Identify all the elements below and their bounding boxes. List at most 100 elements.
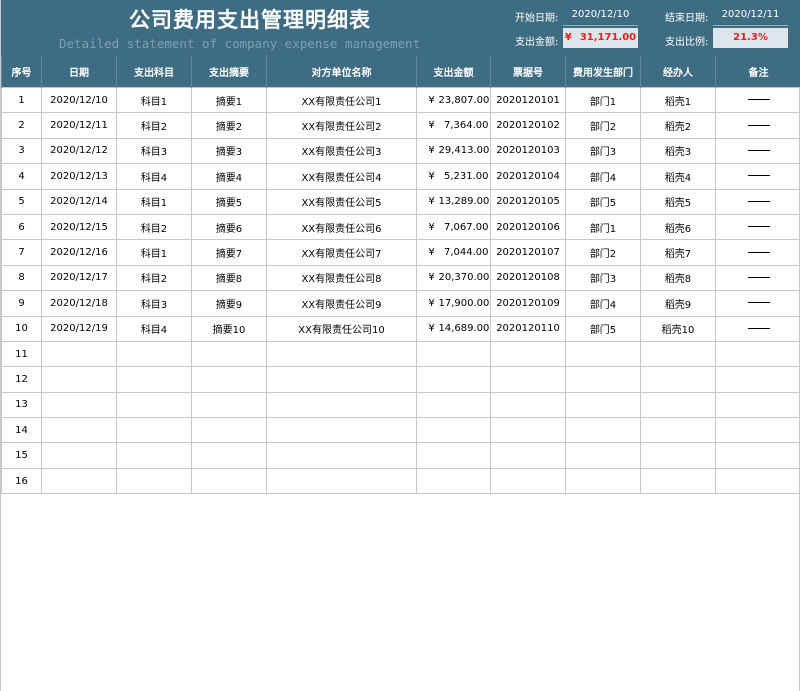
cell-unit[interactable]: XX有限责任公司4	[266, 163, 417, 190]
cell-amount[interactable]: ¥7,044.00	[416, 239, 491, 266]
cell-dept[interactable]: 部门2	[565, 239, 641, 266]
table-row-empty[interactable]: 11	[1, 340, 800, 368]
cell-summary[interactable]: 摘要3	[191, 137, 267, 165]
cell-dept[interactable]: 部门2	[565, 112, 641, 139]
cell-remark[interactable]	[715, 315, 800, 342]
end-date-value[interactable]: 2020/12/11	[713, 9, 788, 20]
cell-bill[interactable]: 2020120109	[490, 290, 566, 317]
cell-amount[interactable]: ¥29,413.00	[416, 137, 491, 165]
cell-empty[interactable]	[715, 366, 800, 393]
cell-date[interactable]: 2020/12/10	[41, 86, 117, 114]
cell-empty[interactable]	[41, 417, 117, 444]
cell-empty[interactable]	[715, 391, 800, 419]
cell-bill[interactable]: 2020120108	[490, 264, 566, 292]
cell-remark[interactable]	[715, 290, 800, 317]
cell-subject[interactable]: 科目3	[116, 290, 192, 317]
cell-empty[interactable]	[266, 417, 417, 444]
table-row[interactable]: 4 2020/12/13 科目4 摘要4 XX有限责任公司4 ¥5,231.00 20201…	[1, 163, 800, 190]
cell-date[interactable]: 2020/12/18	[41, 290, 117, 317]
cell-amount[interactable]: ¥7,364.00	[416, 112, 491, 139]
cell-summary[interactable]: 摘要1	[191, 86, 267, 114]
cell-handler[interactable]: 稻壳7	[640, 239, 716, 266]
cell-bill[interactable]: 2020120106	[490, 213, 566, 241]
cell-subject[interactable]: 科目4	[116, 163, 192, 190]
cell-empty[interactable]	[715, 417, 800, 444]
ratio-value[interactable]: 21.3%	[713, 28, 788, 48]
col-no-header[interactable]: 序号	[1, 55, 42, 88]
cell-dept[interactable]: 部门3	[565, 264, 641, 292]
table-row[interactable]: 6 2020/12/15 科目2 摘要6 XX有限责任公司6 ¥7,067.00 20201…	[1, 213, 800, 241]
cell-empty[interactable]	[640, 417, 716, 444]
cell-empty[interactable]	[116, 442, 192, 469]
cell-no[interactable]: 11	[1, 340, 42, 368]
start-date-value[interactable]: 2020/12/10	[563, 9, 638, 20]
cell-no[interactable]: 8	[1, 264, 42, 292]
table-row[interactable]: 8 2020/12/17 科目2 摘要8 XX有限责任公司8 ¥20,370.00 2020…	[1, 264, 800, 292]
col-unit-header[interactable]: 对方单位名称	[266, 55, 417, 88]
cell-empty[interactable]	[266, 442, 417, 469]
cell-dept[interactable]: 部门5	[565, 315, 641, 342]
cell-remark[interactable]	[715, 264, 800, 292]
cell-bill[interactable]: 2020120104	[490, 163, 566, 190]
col-amount-header[interactable]: 支出金额	[416, 55, 491, 88]
cell-empty[interactable]	[116, 467, 192, 495]
cell-bill[interactable]: 2020120110	[490, 315, 566, 342]
cell-amount[interactable]: ¥20,370.00	[416, 264, 491, 292]
cell-dept[interactable]: 部门3	[565, 137, 641, 165]
cell-unit[interactable]: XX有限责任公司9	[266, 290, 417, 317]
cell-handler[interactable]: 稻壳3	[640, 137, 716, 165]
cell-empty[interactable]	[191, 340, 267, 368]
cell-handler[interactable]: 稻壳4	[640, 163, 716, 190]
cell-empty[interactable]	[640, 467, 716, 495]
cell-date[interactable]: 2020/12/14	[41, 188, 117, 215]
cell-amount[interactable]: ¥5,231.00	[416, 163, 491, 190]
cell-empty[interactable]	[715, 340, 800, 368]
cell-empty[interactable]	[565, 442, 641, 469]
cell-dept[interactable]: 部门1	[565, 86, 641, 114]
table-row[interactable]: 3 2020/12/12 科目3 摘要3 XX有限责任公司3 ¥29,413.00 2020…	[1, 137, 800, 165]
cell-empty[interactable]	[116, 417, 192, 444]
table-row-empty[interactable]: 16	[1, 467, 800, 495]
cell-dept[interactable]: 部门5	[565, 188, 641, 215]
table-row[interactable]: 9 2020/12/18 科目3 摘要9 XX有限责任公司9 ¥17,900.00 2020…	[1, 290, 800, 317]
cell-bill[interactable]: 2020120107	[490, 239, 566, 266]
cell-no[interactable]: 6	[1, 213, 42, 241]
table-row-empty[interactable]: 15	[1, 442, 800, 469]
cell-empty[interactable]	[490, 391, 566, 419]
cell-empty[interactable]	[565, 340, 641, 368]
cell-empty[interactable]	[640, 340, 716, 368]
col-remark-header[interactable]: 备注	[715, 55, 800, 88]
cell-summary[interactable]: 摘要9	[191, 290, 267, 317]
cell-summary[interactable]: 摘要7	[191, 239, 267, 266]
cell-empty[interactable]	[416, 417, 491, 444]
cell-date[interactable]: 2020/12/17	[41, 264, 117, 292]
col-bill-header[interactable]: 票据号	[490, 55, 566, 88]
cell-empty[interactable]	[266, 340, 417, 368]
cell-remark[interactable]	[715, 163, 800, 190]
cell-unit[interactable]: XX有限责任公司2	[266, 112, 417, 139]
cell-empty[interactable]	[490, 417, 566, 444]
cell-empty[interactable]	[490, 340, 566, 368]
cell-empty[interactable]	[191, 467, 267, 495]
cell-empty[interactable]	[640, 366, 716, 393]
cell-unit[interactable]: XX有限责任公司7	[266, 239, 417, 266]
cell-date[interactable]: 2020/12/19	[41, 315, 117, 342]
cell-unit[interactable]: XX有限责任公司1	[266, 86, 417, 114]
cell-remark[interactable]	[715, 137, 800, 165]
cell-empty[interactable]	[41, 391, 117, 419]
cell-handler[interactable]: 稻壳6	[640, 213, 716, 241]
cell-bill[interactable]: 2020120101	[490, 86, 566, 114]
cell-unit[interactable]: XX有限责任公司10	[266, 315, 417, 342]
cell-summary[interactable]: 摘要10	[191, 315, 267, 342]
cell-no[interactable]: 2	[1, 112, 42, 139]
cell-amount[interactable]: ¥14,689.00	[416, 315, 491, 342]
cell-subject[interactable]: 科目2	[116, 112, 192, 139]
cell-no[interactable]: 1	[1, 86, 42, 114]
cell-amount[interactable]: ¥17,900.00	[416, 290, 491, 317]
table-row[interactable]: 1 2020/12/10 科目1 摘要1 XX有限责任公司1 ¥23,807.00 2020…	[1, 86, 800, 114]
cell-summary[interactable]: 摘要4	[191, 163, 267, 190]
cell-dept[interactable]: 部门1	[565, 213, 641, 241]
cell-remark[interactable]	[715, 239, 800, 266]
cell-handler[interactable]: 稻壳9	[640, 290, 716, 317]
cell-subject[interactable]: 科目1	[116, 188, 192, 215]
